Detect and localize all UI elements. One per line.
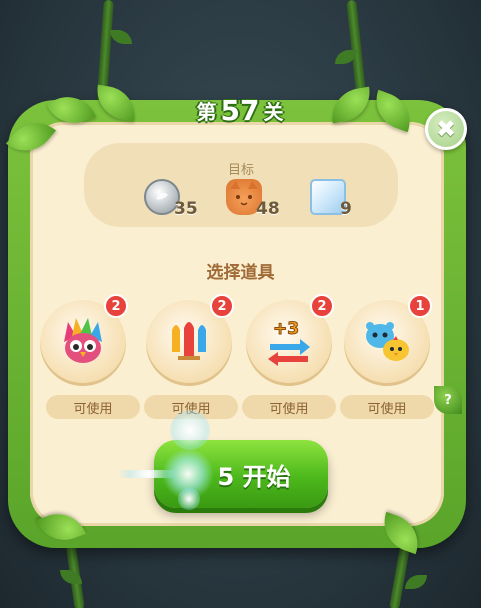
sparkle-effect [118, 470, 178, 478]
close-button[interactable]: ✖ [425, 108, 467, 150]
goal-count: 9 [340, 199, 352, 219]
start-button-label: 5 开始 [217, 462, 291, 491]
booster-count-badge: 2 [210, 294, 234, 318]
goal-count: 35 [174, 199, 198, 219]
booster-pets[interactable]: 1 [344, 294, 432, 386]
background-leaf [405, 575, 427, 589]
goals-title: 目标 [227, 163, 254, 178]
booster-count-badge: 1 [408, 294, 432, 318]
sparkle-effect [178, 488, 200, 510]
goal-count: 48 [256, 199, 280, 219]
level-title-suffix: 关 [263, 99, 284, 124]
boosters-title: 选择道具 [206, 263, 275, 283]
booster-status-label: 可使用 [340, 395, 434, 419]
close-icon: ✖ [435, 115, 457, 143]
rainbow-owl-icon [58, 316, 108, 366]
plus-three-text: +3 [273, 319, 299, 339]
booster-count-badge: 2 [104, 294, 128, 318]
level-title-prefix: 第 [196, 99, 217, 124]
help-button[interactable]: ? [434, 386, 462, 414]
goals-panel: 目标 35 48 9 [84, 143, 398, 227]
background-leaf [110, 30, 132, 44]
question-icon: ? [444, 392, 452, 408]
rockets-icon [164, 316, 214, 366]
plus-three-moves-icon: +3 [264, 316, 314, 366]
goal-item: 35 [144, 179, 214, 223]
booster-count-badge: 2 [310, 294, 334, 318]
level-number: 57 [220, 93, 260, 127]
pets-icon [362, 316, 412, 366]
booster-rockets[interactable]: 2 [146, 294, 234, 386]
booster-status-label: 可使用 [46, 395, 140, 419]
booster-rainbow-owl[interactable]: 2 [40, 294, 128, 386]
goal-item: 48 [226, 179, 296, 223]
sparkle-effect [170, 410, 210, 450]
goal-item: 9 [310, 179, 380, 223]
booster-status-label: 可使用 [242, 395, 336, 419]
level-title: 第 57 关 [180, 90, 300, 130]
booster-plus-three-moves[interactable]: +3 2 [246, 294, 334, 386]
